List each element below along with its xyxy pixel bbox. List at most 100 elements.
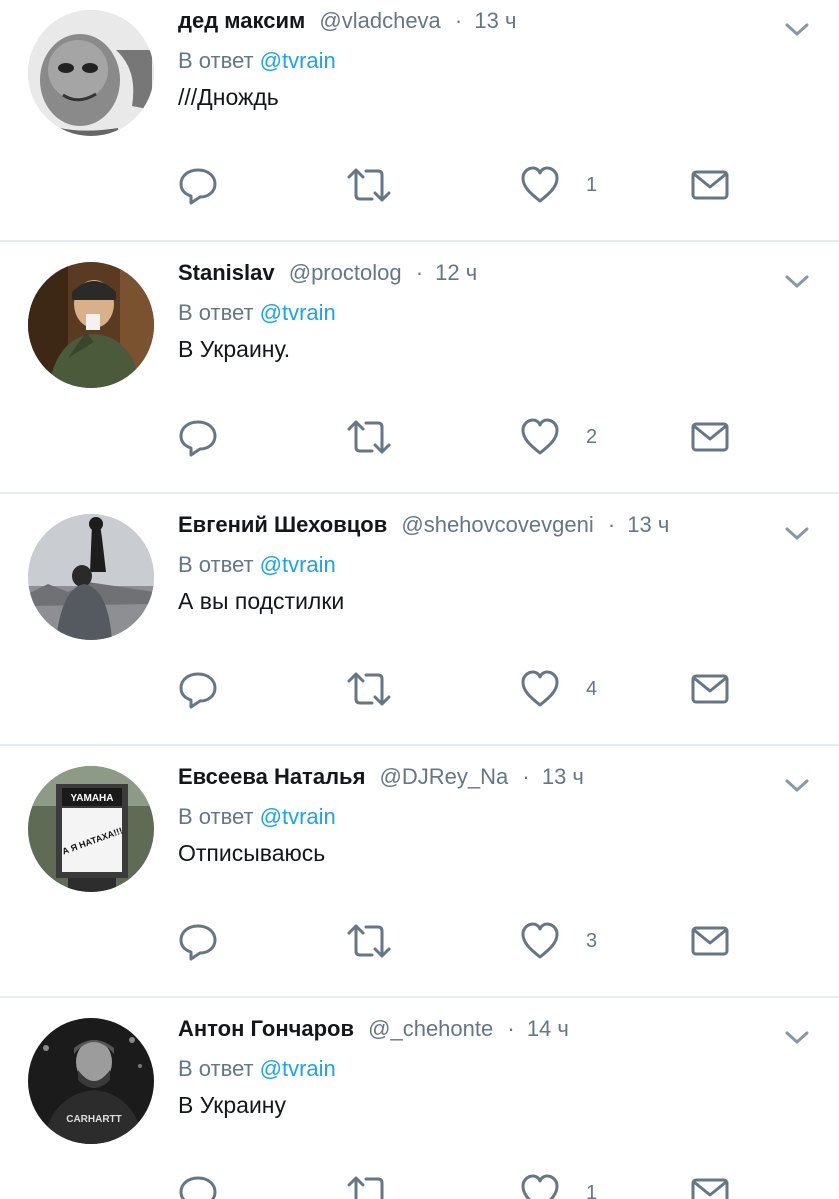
display-name[interactable]: Евгений Шеховцов bbox=[178, 512, 387, 537]
retweet-button[interactable] bbox=[346, 668, 392, 710]
reply-prefix: В ответ bbox=[178, 552, 254, 577]
avatar-image bbox=[28, 514, 154, 640]
chevron-down-icon bbox=[785, 527, 809, 540]
tweet-text: А вы подстилки bbox=[178, 588, 345, 614]
like-button[interactable]: 3 bbox=[520, 920, 597, 962]
like-button[interactable]: 1 bbox=[520, 1172, 597, 1199]
avatar[interactable] bbox=[28, 10, 154, 136]
shirt-text: CARHARTT bbox=[66, 1114, 122, 1125]
avatar[interactable]: CARHARTT bbox=[28, 1018, 154, 1144]
timestamp[interactable]: 13 ч bbox=[474, 8, 516, 33]
reply-mention-link[interactable]: @tvrain bbox=[260, 1056, 336, 1081]
avatar[interactable] bbox=[28, 514, 154, 640]
display-name[interactable]: Антон Гончаров bbox=[178, 1016, 354, 1041]
direct-message-button[interactable] bbox=[690, 164, 730, 206]
avatar-image: CARHARTT bbox=[28, 1018, 154, 1144]
reply-button[interactable] bbox=[178, 1172, 218, 1199]
reply-prefix: В ответ bbox=[178, 804, 254, 829]
retweet-icon bbox=[347, 168, 391, 202]
tweet-menu-button[interactable] bbox=[782, 518, 812, 548]
user-handle[interactable]: @_chehonte bbox=[368, 1016, 493, 1041]
tweet-menu-button[interactable] bbox=[782, 266, 812, 296]
user-handle[interactable]: @proctolog bbox=[289, 260, 402, 285]
direct-message-button[interactable] bbox=[690, 1172, 730, 1199]
heart-icon bbox=[521, 1174, 559, 1199]
tweet-menu-button[interactable] bbox=[782, 770, 812, 800]
heart-icon bbox=[521, 166, 559, 203]
retweet-button[interactable] bbox=[346, 416, 392, 458]
reply-button[interactable] bbox=[178, 920, 218, 962]
retweet-button[interactable] bbox=[346, 164, 392, 206]
reply-button[interactable] bbox=[178, 416, 218, 458]
tweet-text: ///Днождь bbox=[178, 84, 279, 110]
user-handle[interactable]: @vladcheva bbox=[319, 8, 440, 33]
tweet[interactable]: Евгений Шеховцов @shehovcovevgeni · 13 ч… bbox=[0, 494, 839, 746]
like-count: 3 bbox=[586, 929, 598, 952]
tweet[interactable]: CARHARTT Антон Гончаров @_chehonte · 14 … bbox=[0, 998, 839, 1199]
tweet-header: Евгений Шеховцов @shehovcovevgeni · 13 ч bbox=[178, 510, 669, 540]
avatar-image bbox=[28, 10, 154, 136]
reply-button[interactable] bbox=[178, 164, 218, 206]
avatar-image: YAMAHA А Я НАТАХА!!! bbox=[28, 766, 154, 892]
reply-mention-link[interactable]: @tvrain bbox=[260, 48, 336, 73]
timestamp[interactable]: 12 ч bbox=[435, 260, 477, 285]
direct-message-button[interactable] bbox=[690, 920, 730, 962]
chevron-down-icon bbox=[785, 275, 809, 288]
heart-icon bbox=[521, 922, 559, 959]
tweet-header: дед максим @vladcheva · 13 ч bbox=[178, 6, 516, 36]
avatar-image bbox=[28, 262, 154, 388]
reply-button[interactable] bbox=[178, 668, 218, 710]
retweet-button[interactable] bbox=[346, 1172, 392, 1199]
retweet-icon bbox=[347, 924, 391, 958]
like-button[interactable]: 2 bbox=[520, 416, 597, 458]
envelope-icon bbox=[691, 170, 729, 200]
direct-message-button[interactable] bbox=[690, 668, 730, 710]
tweet-menu-button[interactable] bbox=[782, 14, 812, 44]
envelope-icon bbox=[691, 926, 729, 956]
like-button[interactable]: 1 bbox=[520, 164, 597, 206]
display-name[interactable]: дед максим bbox=[178, 8, 305, 33]
tweet-header: Stanislav @proctolog · 12 ч bbox=[178, 258, 477, 288]
retweet-icon bbox=[347, 672, 391, 706]
separator-dot: · bbox=[522, 764, 530, 789]
tweet[interactable]: Stanislav @proctolog · 12 ч В ответ @tvra… bbox=[0, 242, 839, 494]
user-handle[interactable]: @DJRey_Na bbox=[380, 764, 509, 789]
display-name[interactable]: Евсеева Наталья bbox=[178, 764, 365, 789]
reply-context: В ответ @tvrain bbox=[178, 550, 336, 580]
retweet-button[interactable] bbox=[346, 920, 392, 962]
tweet-actions: 1 bbox=[0, 1158, 839, 1199]
heart-icon bbox=[521, 418, 559, 455]
tweet-timeline: дед максим @vladcheva · 13 ч В ответ @tvr… bbox=[0, 0, 839, 1199]
reply-prefix: В ответ bbox=[178, 300, 254, 325]
reply-prefix: В ответ bbox=[178, 48, 254, 73]
tweet-menu-button[interactable] bbox=[782, 1022, 812, 1052]
like-button[interactable]: 4 bbox=[520, 668, 597, 710]
reply-mention-link[interactable]: @tvrain bbox=[260, 300, 336, 325]
separator-dot: · bbox=[507, 1016, 515, 1041]
heart-icon bbox=[521, 670, 559, 707]
reply-context: В ответ @tvrain bbox=[178, 1054, 336, 1084]
display-name[interactable]: Stanislav bbox=[178, 260, 275, 285]
reply-mention-link[interactable]: @tvrain bbox=[260, 552, 336, 577]
envelope-icon bbox=[691, 674, 729, 704]
direct-message-button[interactable] bbox=[690, 416, 730, 458]
tweet-header: Антон Гончаров @_chehonte · 14 ч bbox=[178, 1014, 569, 1044]
timestamp[interactable]: 13 ч bbox=[542, 764, 584, 789]
timestamp[interactable]: 14 ч bbox=[527, 1016, 569, 1041]
tweet[interactable]: дед максим @vladcheva · 13 ч В ответ @tvr… bbox=[0, 0, 839, 242]
reply-mention-link[interactable]: @tvrain bbox=[260, 804, 336, 829]
reply-context: В ответ @tvrain bbox=[178, 46, 336, 76]
timestamp[interactable]: 13 ч bbox=[627, 512, 669, 537]
avatar[interactable] bbox=[28, 262, 154, 388]
user-handle[interactable]: @shehovcovevgeni bbox=[401, 512, 593, 537]
tweet-text: Отписываюсь bbox=[178, 840, 326, 866]
separator-dot: · bbox=[415, 260, 424, 285]
tweet-header: Евсеева Наталья @DJRey_Na · 13 ч bbox=[178, 762, 584, 792]
envelope-icon bbox=[691, 422, 729, 452]
retweet-icon bbox=[347, 420, 391, 454]
tweet[interactable]: YAMAHA А Я НАТАХА!!! Евсеева Наталья @DJ… bbox=[0, 746, 839, 998]
tweet-actions: 4 bbox=[0, 654, 839, 724]
reply-context: В ответ @tvrain bbox=[178, 298, 336, 328]
avatar[interactable]: YAMAHA А Я НАТАХА!!! bbox=[28, 766, 154, 892]
separator-dot: · bbox=[454, 8, 463, 33]
